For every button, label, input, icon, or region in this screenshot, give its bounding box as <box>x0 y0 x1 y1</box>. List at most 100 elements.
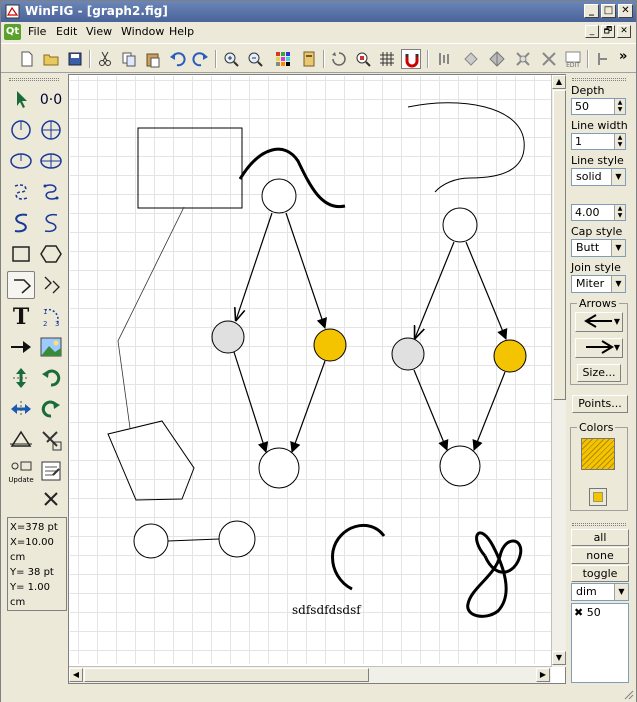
align-icon[interactable] <box>435 49 455 69</box>
depth-spinbox[interactable]: 50 ▲ ▼ <box>571 98 626 115</box>
dumbbell-node-left[interactable] <box>133 523 169 559</box>
new-file-icon[interactable] <box>17 49 37 69</box>
graph-node-bottom-right[interactable] <box>439 445 481 487</box>
spin-arrows-icon[interactable]: ▲ ▼ <box>614 99 625 114</box>
delete-objects-icon[interactable] <box>539 49 559 69</box>
edit-properties-icon[interactable]: EDIT <box>563 49 583 69</box>
graph-node-bottom-left[interactable] <box>258 447 300 489</box>
polyline-connector[interactable] <box>117 206 185 429</box>
chevron-down-icon[interactable]: ▼ <box>611 169 625 185</box>
pen-color-button[interactable] <box>589 488 607 506</box>
point-mode-icon[interactable]: 0·0 <box>37 85 65 113</box>
menu-help[interactable]: Help <box>169 25 194 38</box>
redo-icon[interactable] <box>191 49 211 69</box>
toolbar-overflow[interactable]: » <box>619 49 637 69</box>
text-tool-icon[interactable]: T <box>7 302 35 330</box>
refresh-icon[interactable] <box>329 49 349 69</box>
dumbbell-node-right[interactable] <box>218 520 256 558</box>
join-style-select[interactable]: Miter ▼ <box>571 275 626 293</box>
update-tool-icon[interactable]: Update <box>7 457 35 485</box>
rotate-ccw-icon[interactable] <box>37 364 65 392</box>
spin-arrows-icon[interactable]: ▲ ▼ <box>614 134 625 149</box>
spline-s-icon[interactable] <box>7 209 35 237</box>
cut-icon[interactable] <box>95 49 115 69</box>
depth-dim-select[interactable]: dim ▼ <box>571 583 629 601</box>
arrow-size-button[interactable]: Size... <box>577 364 621 382</box>
update-icon[interactable] <box>593 49 613 69</box>
dash-length-spinbox[interactable]: 4.00 ▲ ▼ <box>571 204 626 221</box>
scale-objects-icon[interactable] <box>513 49 533 69</box>
menu-view[interactable]: View <box>86 25 112 38</box>
closed-interp-spline-icon[interactable] <box>37 178 65 206</box>
line-style-select[interactable]: solid ▼ <box>571 168 626 186</box>
graph-node-mid-left-gray[interactable] <box>211 320 245 354</box>
library-icon[interactable] <box>299 49 319 69</box>
depth-all-button[interactable]: all <box>571 529 629 546</box>
fill-color-swatch[interactable] <box>581 438 615 470</box>
drawing-canvas[interactable]: sdfsdfdsdsf <box>70 76 551 664</box>
open-file-icon[interactable] <box>41 49 61 69</box>
picture-icon[interactable] <box>37 333 65 361</box>
panel-grip[interactable] <box>572 78 626 81</box>
zoom-out-icon[interactable] <box>245 49 265 69</box>
depth-toggle-button[interactable]: toggle <box>571 565 629 582</box>
maximize-button[interactable]: □ <box>601 4 616 18</box>
edit-object-icon[interactable] <box>37 457 65 485</box>
vertical-scrollbar[interactable]: ▲ ▼ <box>551 75 566 667</box>
resize-grip-icon[interactable] <box>622 688 634 700</box>
spline-interp-s-icon[interactable] <box>37 209 65 237</box>
graph-node-mid-left-gray-2[interactable] <box>391 337 425 371</box>
depth-list-item[interactable]: ✖ 50 <box>574 606 626 619</box>
horizontal-scrollbar[interactable]: ◀ ▶ <box>69 666 551 683</box>
mdi-close-button[interactable]: ✕ <box>617 25 631 38</box>
forward-arrow-select[interactable]: ▼ <box>575 338 623 358</box>
graph-node-top-left[interactable] <box>261 178 297 214</box>
color-palette-icon[interactable] <box>273 49 293 69</box>
zoom-fit-icon[interactable] <box>353 49 373 69</box>
cap-style-select[interactable]: Butt ▼ <box>571 239 626 257</box>
chevron-down-icon[interactable]: ▼ <box>611 276 625 292</box>
panel-grip[interactable] <box>572 523 626 526</box>
move-vertical-icon[interactable] <box>7 364 35 392</box>
canvas-text-object[interactable]: sdfsdfdsdsf <box>292 603 362 617</box>
scroll-up-arrow-icon[interactable]: ▲ <box>552 75 566 89</box>
ellipse-radius-icon[interactable] <box>7 147 35 175</box>
chevron-down-icon[interactable]: ▼ <box>611 240 625 256</box>
arc-icon[interactable]: 132 <box>37 302 65 330</box>
polygon-icon[interactable] <box>37 240 65 268</box>
flip-objects-icon[interactable] <box>487 49 507 69</box>
chevron-down-icon[interactable]: ▼ <box>614 584 628 600</box>
depth-none-button[interactable]: none <box>571 547 629 564</box>
rectangle-object[interactable] <box>137 127 243 209</box>
polygon-object[interactable] <box>107 420 195 501</box>
move-horizontal-icon[interactable] <box>7 395 35 423</box>
menu-edit[interactable]: Edit <box>56 25 77 38</box>
backward-arrow-select[interactable]: ▼ <box>575 312 623 332</box>
ellipse-diameter-icon[interactable] <box>37 147 65 175</box>
mdi-minimize-button[interactable]: _ <box>585 25 599 38</box>
scroll-left-arrow-icon[interactable]: ◀ <box>69 668 83 682</box>
depth-list[interactable]: ✖ 50 <box>571 603 629 683</box>
paste-icon[interactable] <box>143 49 163 69</box>
undo-icon[interactable] <box>167 49 187 69</box>
polyline-icon[interactable] <box>7 271 35 299</box>
arc-object[interactable] <box>331 523 386 591</box>
grid-icon[interactable] <box>377 49 397 69</box>
thin-spline-object[interactable] <box>407 102 525 193</box>
rectangle-icon[interactable] <box>7 240 35 268</box>
circle-radius-icon[interactable] <box>7 116 35 144</box>
scroll-down-arrow-icon[interactable]: ▼ <box>552 651 566 665</box>
graph-node-mid-right-yellow[interactable] <box>313 328 347 362</box>
save-file-icon[interactable] <box>65 49 85 69</box>
panel-grip[interactable] <box>9 78 59 81</box>
closed-approx-spline-icon[interactable] <box>7 178 35 206</box>
scroll-right-arrow-icon[interactable]: ▶ <box>536 668 550 682</box>
vertical-scroll-thumb[interactable] <box>553 90 566 400</box>
circle-diameter-icon[interactable] <box>37 116 65 144</box>
delete-tool-icon[interactable] <box>37 485 65 513</box>
magnet-snap-icon[interactable] <box>401 49 421 69</box>
mdi-restore-button[interactable]: 🗗 <box>601 25 615 38</box>
line-width-spinbox[interactable]: 1 ▲ ▼ <box>571 133 626 150</box>
copy-icon[interactable] <box>119 49 139 69</box>
spin-arrows-icon[interactable]: ▲ ▼ <box>614 205 625 220</box>
